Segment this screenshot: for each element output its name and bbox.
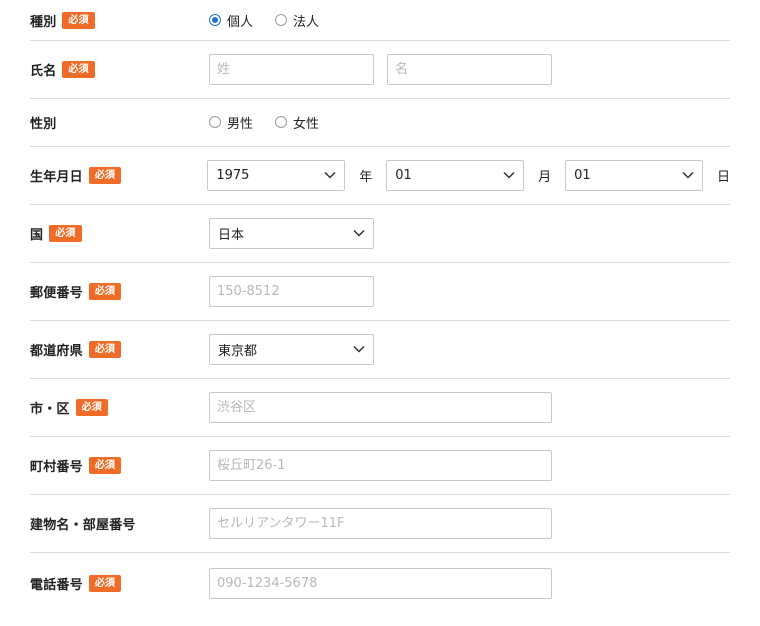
name-label: 氏名 <box>30 63 57 79</box>
name-label-group: 氏名 必須 <box>30 60 209 79</box>
row-building: 建物名・部屋番号 <box>30 494 730 553</box>
type-label-group: 種別 必須 <box>30 11 209 30</box>
postal-label-group: 郵便番号 必須 <box>30 282 209 301</box>
building-input[interactable] <box>209 507 552 539</box>
building-label-group: 建物名・部屋番号 <box>30 514 209 533</box>
birth-year-select[interactable]: 1975 <box>207 159 346 191</box>
city-input[interactable] <box>209 391 552 423</box>
required-badge: 必須 <box>75 398 109 416</box>
row-phone: 電話番号 必須 <box>30 552 730 614</box>
type-radio-corporate[interactable]: 法人 <box>275 11 319 30</box>
postal-code-input[interactable] <box>209 275 374 307</box>
phone-label: 電話番号 <box>30 577 83 593</box>
last-name-input[interactable] <box>209 53 374 85</box>
required-badge: 必須 <box>88 282 122 300</box>
chevron-down-icon <box>324 171 336 179</box>
required-badge: 必須 <box>49 224 82 242</box>
birth-year-value: 1975 <box>216 167 250 183</box>
required-badge: 必須 <box>88 166 122 184</box>
radio-unselected-indicator[interactable] <box>209 116 221 128</box>
chevron-down-icon <box>353 345 365 353</box>
row-birthdate: 生年月日 必須 1975 年 01 月 01 日 <box>30 146 730 205</box>
gender-option-male: 男性 <box>227 116 254 132</box>
radio-selected-indicator[interactable] <box>209 14 221 26</box>
chevron-down-icon <box>503 171 515 179</box>
required-badge: 必須 <box>88 574 122 592</box>
prefecture-select[interactable]: 東京都 <box>209 333 374 365</box>
building-label: 建物名・部屋番号 <box>30 517 136 533</box>
street-label-group: 町村番号 必須 <box>30 456 209 475</box>
row-city: 市・区 必須 <box>30 378 730 437</box>
street-label: 町村番号 <box>30 459 83 475</box>
country-value: 日本 <box>218 227 245 243</box>
radio-unselected-indicator[interactable] <box>275 116 288 128</box>
birth-day-select[interactable]: 01 <box>565 159 703 191</box>
row-country: 国 必須 日本 <box>30 204 730 263</box>
type-radio-individual[interactable]: 個人 <box>209 11 253 30</box>
registration-form: 種別 必須 個人 法人 氏名 必須 性別 男性 女性 <box>0 0 760 626</box>
first-name-input[interactable] <box>387 53 552 85</box>
required-badge: 必須 <box>88 456 122 474</box>
city-label: 市・区 <box>30 401 70 417</box>
row-prefecture: 都道府県 必須 東京都 <box>30 320 730 379</box>
type-label: 種別 <box>30 14 57 30</box>
phone-label-group: 電話番号 必須 <box>30 574 209 593</box>
required-badge: 必須 <box>88 340 122 358</box>
birthdate-label: 生年月日 <box>30 169 83 185</box>
gender-label: 性別 <box>30 116 57 132</box>
postal-label: 郵便番号 <box>30 285 83 301</box>
birth-day-value: 01 <box>574 167 591 183</box>
country-label-group: 国 必須 <box>30 224 209 243</box>
prefecture-value: 東京都 <box>218 343 258 359</box>
birthdate-label-group: 生年月日 必須 <box>30 166 207 185</box>
day-unit: 日 <box>716 169 730 185</box>
prefecture-label-group: 都道府県 必須 <box>30 340 209 359</box>
row-gender: 性別 男性 女性 <box>30 98 730 147</box>
radio-unselected-indicator[interactable] <box>275 14 288 26</box>
city-label-group: 市・区 必須 <box>30 398 209 417</box>
required-badge: 必須 <box>62 11 95 29</box>
street-input[interactable] <box>209 449 552 481</box>
required-badge: 必須 <box>62 60 95 78</box>
row-street: 町村番号 必須 <box>30 436 730 495</box>
type-option-corporate: 法人 <box>293 14 320 30</box>
type-option-individual: 個人 <box>227 14 254 30</box>
year-unit: 年 <box>359 169 373 185</box>
country-select[interactable]: 日本 <box>209 217 374 249</box>
chevron-down-icon <box>682 171 694 179</box>
row-name: 氏名 必須 <box>30 40 730 99</box>
gender-option-female: 女性 <box>293 116 320 132</box>
gender-radio-female[interactable]: 女性 <box>275 113 319 132</box>
country-label: 国 <box>30 227 44 243</box>
birth-month-value: 01 <box>395 167 412 183</box>
chevron-down-icon <box>353 229 365 237</box>
prefecture-label: 都道府県 <box>30 343 83 359</box>
month-unit: 月 <box>538 169 552 185</box>
gender-radio-male[interactable]: 男性 <box>209 113 253 132</box>
birth-month-select[interactable]: 01 <box>386 159 525 191</box>
phone-input[interactable] <box>209 567 552 599</box>
row-type: 種別 必須 個人 法人 <box>30 0 730 41</box>
gender-label-group: 性別 <box>30 113 209 132</box>
row-postal: 郵便番号 必須 <box>30 262 730 321</box>
